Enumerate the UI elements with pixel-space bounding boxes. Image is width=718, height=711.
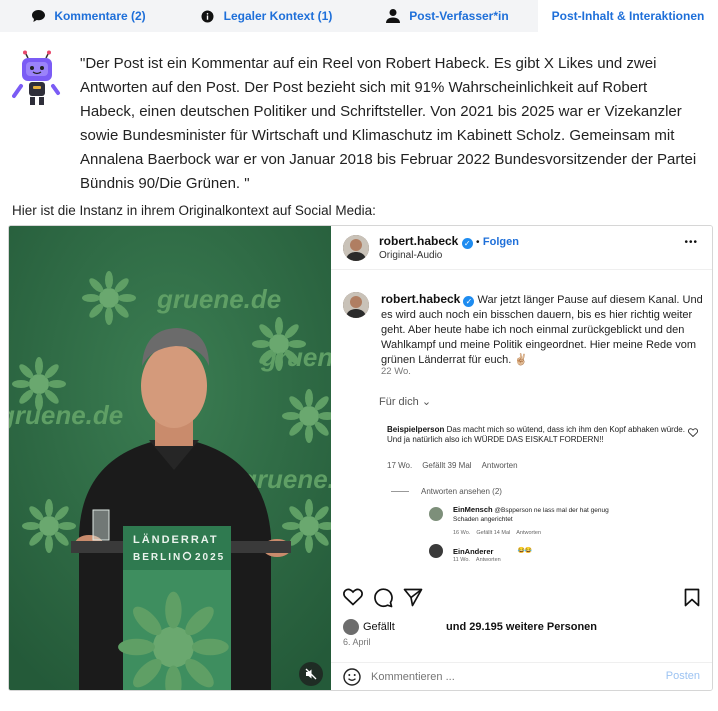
tab-post-verfasser[interactable]: Post-Verfasser*in xyxy=(356,0,538,32)
reply-reply-button[interactable]: Antworten xyxy=(476,557,501,563)
bookmark-icon xyxy=(684,588,700,607)
reel-video[interactable]: gruene.de gruene.de gruene.de gruene.de … xyxy=(9,226,331,690)
view-replies-toggle[interactable]: Antworten ansehen (2) xyxy=(391,487,502,496)
caption-age: 22 Wo. xyxy=(381,366,411,377)
reply-likes[interactable]: Gefällt 14 Mal xyxy=(476,530,510,536)
avatar[interactable] xyxy=(343,292,369,318)
divider-line xyxy=(391,491,409,492)
person-icon xyxy=(385,8,401,24)
avatar[interactable] xyxy=(429,507,443,521)
info-icon xyxy=(200,8,216,24)
post-comment-button[interactable]: Posten xyxy=(666,670,700,682)
follow-button[interactable]: Folgen xyxy=(483,236,519,248)
heart-icon[interactable] xyxy=(687,424,699,442)
lectern-title: LÄNDERRAT xyxy=(133,533,219,546)
comment-button[interactable] xyxy=(373,588,393,613)
verified-badge-icon: ✓ xyxy=(461,238,473,249)
reply-meta: 11 Wo. Antworten xyxy=(453,557,501,563)
share-button[interactable] xyxy=(403,588,423,612)
action-bar xyxy=(331,584,712,612)
for-you-link[interactable]: Für dich ⌄ xyxy=(379,395,431,408)
like-button[interactable] xyxy=(343,588,363,611)
heart-icon xyxy=(343,588,363,606)
speaker-muted-icon xyxy=(305,668,317,680)
tab-label: Legaler Kontext (1) xyxy=(223,9,333,23)
tab-bar: Kommentare (2) Legaler Kontext (1) Post-… xyxy=(0,0,718,32)
reply-age: 16 Wo. xyxy=(453,530,471,536)
backdrop-text: gruene.de xyxy=(156,284,281,314)
avatar[interactable] xyxy=(343,235,369,261)
social-media-embed: gruene.de gruene.de gruene.de gruene.de … xyxy=(8,225,713,691)
backdrop-text: gruene.de xyxy=(260,342,331,372)
comment-bubble-icon xyxy=(374,588,393,608)
tab-post-inhalt[interactable]: Post-Inhalt & Interaktionen xyxy=(538,0,718,32)
comment-author[interactable]: Beispielperson xyxy=(387,425,444,434)
more-options-icon[interactable]: ••• xyxy=(684,237,698,248)
post-caption: robert.habeck ✓ War jetzt länger Pause a… xyxy=(381,292,703,368)
original-context-intro: Hier ist die Instanz in ihrem Originalko… xyxy=(12,203,376,218)
reply: EinAnderer 😂😂 xyxy=(453,547,532,556)
tab-label: Post-Inhalt & Interaktionen xyxy=(551,9,705,23)
mute-button[interactable] xyxy=(299,662,323,686)
tab-kommentare[interactable]: Kommentare (2) xyxy=(0,0,176,32)
comment-reply-button[interactable]: Antworten xyxy=(482,461,518,470)
comment-age: 17 Wo. xyxy=(387,461,413,470)
comment-input[interactable] xyxy=(371,668,621,686)
reply-reply-button[interactable]: Antworten xyxy=(516,530,541,536)
post-header: robert.habeck ✓ • Folgen Original-Audio … xyxy=(331,226,712,270)
save-button[interactable] xyxy=(684,588,700,612)
caption-author[interactable]: robert.habeck xyxy=(381,292,460,306)
comment-likes[interactable]: Gefällt 39 Mal xyxy=(422,461,471,470)
comment-bar: Posten xyxy=(331,662,712,690)
lectern-year: 2025 xyxy=(195,552,225,563)
audio-label[interactable]: Original-Audio xyxy=(379,250,442,261)
reply: EinMensch @Bspperson ne lass mal der hat… xyxy=(453,505,623,524)
dot-separator: • xyxy=(476,237,480,248)
lectern-city: BERLIN xyxy=(133,552,182,563)
avatar[interactable] xyxy=(343,619,359,635)
speech-bubble-icon xyxy=(30,8,46,24)
likes-count-link[interactable]: und 29.195 weitere Personen xyxy=(446,621,597,633)
chevron-down-icon: ⌄ xyxy=(421,396,432,408)
comment: Beispielperson Das macht mich so wütend,… xyxy=(387,425,687,445)
liked-by-label: Gefällt xyxy=(363,621,395,633)
emoji-icon[interactable] xyxy=(343,668,361,690)
backdrop-text: gruene.de xyxy=(9,400,123,430)
post-author-name[interactable]: robert.habeck xyxy=(379,234,458,248)
reply-text: 😂😂 xyxy=(517,548,533,554)
post-date: 6. April xyxy=(343,637,371,647)
robot-icon xyxy=(12,50,62,108)
for-you-label: Für dich xyxy=(379,396,419,408)
avatar[interactable] xyxy=(429,544,443,558)
reply-age: 11 Wo. xyxy=(453,557,470,563)
tab-label: Kommentare (2) xyxy=(54,9,146,23)
post-sidebar: robert.habeck ✓ • Folgen Original-Audio … xyxy=(331,226,712,690)
verified-badge-icon: ✓ xyxy=(463,296,475,307)
send-icon xyxy=(403,588,423,607)
view-replies-label: Antworten ansehen (2) xyxy=(421,487,502,496)
tab-legaler-kontext[interactable]: Legaler Kontext (1) xyxy=(176,0,356,32)
reply-meta: 16 Wo. Gefällt 14 Mal Antworten xyxy=(453,530,541,536)
video-frame-image: gruene.de gruene.de gruene.de gruene.de … xyxy=(9,226,331,690)
reply-author[interactable]: EinAnderer xyxy=(453,547,493,556)
bot-quote-text: "Der Post ist ein Kommentar auf ein Reel… xyxy=(80,55,697,192)
reply-author[interactable]: EinMensch xyxy=(453,505,493,514)
comment-meta: 17 Wo. Gefällt 39 Mal Antworten xyxy=(387,461,518,470)
tab-label: Post-Verfasser*in xyxy=(409,9,509,23)
